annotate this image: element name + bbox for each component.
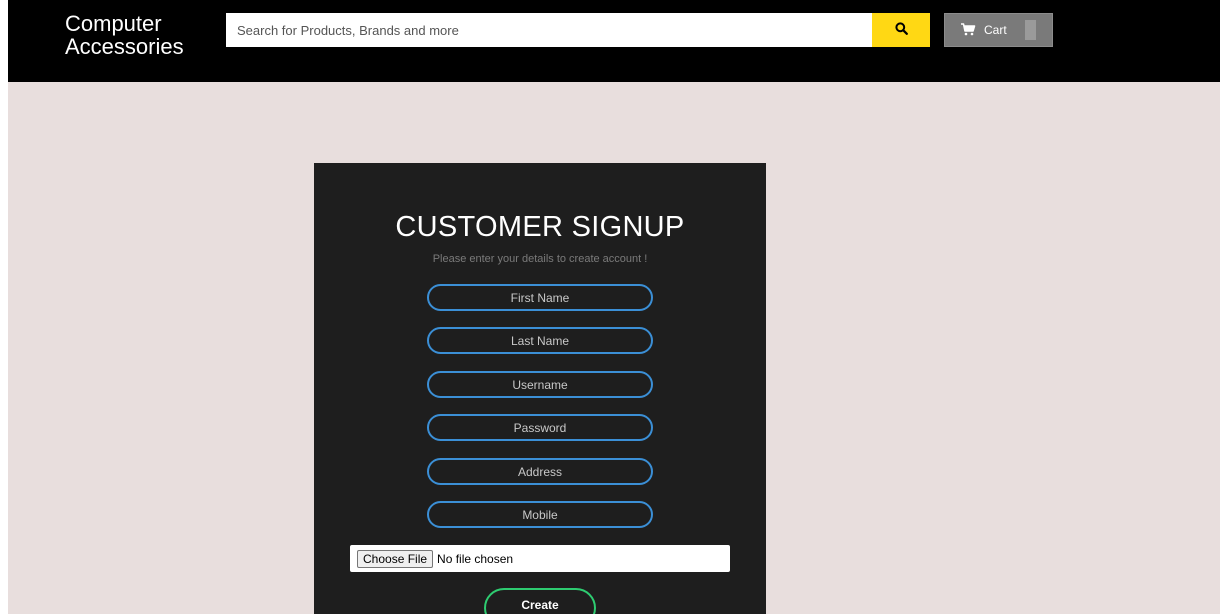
cart-icon [960,22,976,39]
signup-subtitle: Please enter your details to create acco… [432,253,648,265]
cart-count-badge [1025,20,1036,40]
signup-panel: CUSTOMER SIGNUP Please enter your detail… [314,163,766,614]
file-status-text: No file chosen [437,551,514,566]
password-input[interactable] [427,414,653,441]
cart-button[interactable]: Cart [944,13,1053,47]
brand-line-1: Computer [65,11,162,36]
search-button[interactable] [872,13,930,47]
brand-logo-text[interactable]: Computer Accessories [65,12,184,58]
left-edge-strip [0,0,8,614]
last-name-input[interactable] [427,327,653,354]
search-input[interactable] [226,13,872,47]
address-input[interactable] [427,458,653,485]
mobile-input[interactable] [427,501,653,528]
top-navbar: Computer Accessories Cart [8,0,1220,82]
first-name-input[interactable] [427,284,653,311]
signup-title: CUSTOMER SIGNUP [395,211,685,243]
brand-line-2: Accessories [65,34,184,59]
username-input[interactable] [427,371,653,398]
choose-file-button[interactable]: Choose File [357,549,434,568]
search-icon [894,22,908,38]
file-upload-field: Choose File No file chosen [350,545,730,572]
create-account-button[interactable]: Create [484,588,596,614]
cart-label: Cart [984,23,1007,37]
